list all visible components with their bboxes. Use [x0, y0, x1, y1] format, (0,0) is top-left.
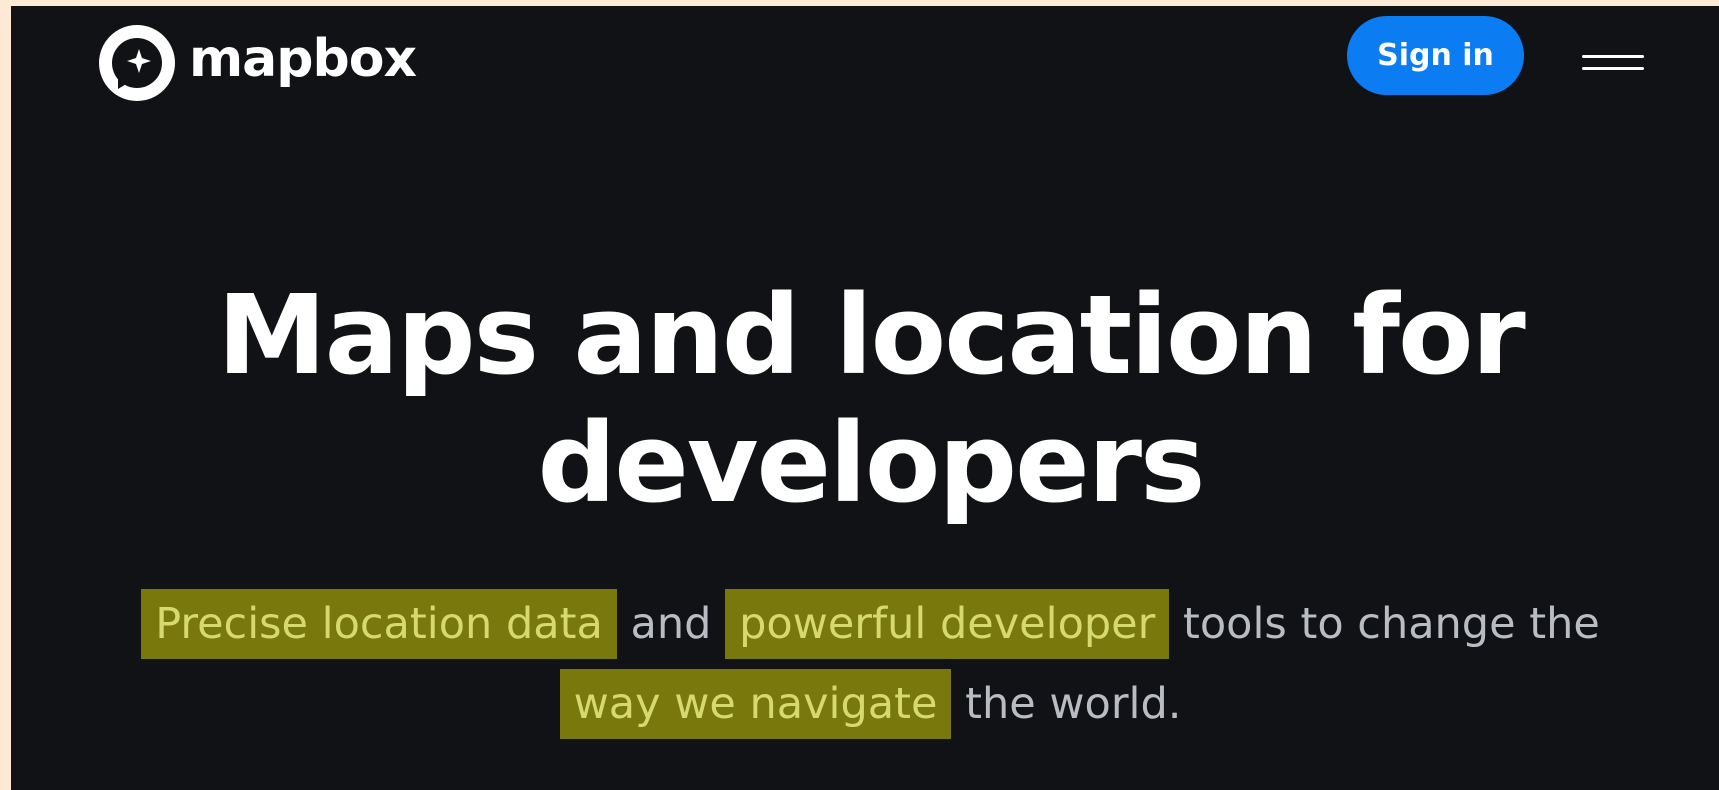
page-panel: mapbox Sign in Maps and location for dev… — [11, 6, 1719, 790]
mapbox-wordmark: mapbox — [189, 29, 417, 89]
hero-subtitle: Precise location data and powerful devel… — [11, 584, 1719, 744]
subtitle-text-tools: tools to change the — [1169, 599, 1600, 649]
hamburger-menu-icon[interactable] — [1576, 46, 1648, 86]
mapbox-sparkle-icon — [99, 25, 175, 101]
subtitle-text-and: and — [616, 599, 726, 649]
menu-bar-top — [1582, 55, 1644, 58]
sign-in-button[interactable]: Sign in — [1347, 16, 1524, 95]
hero-title: Maps and location for developers — [11, 271, 1719, 527]
highlight-powerful-developer: powerful developer — [725, 589, 1170, 659]
highlight-precise-location-data: Precise location data — [141, 589, 617, 659]
menu-bar-bottom — [1582, 67, 1644, 70]
highlight-way-we-navigate: way we navigate — [559, 669, 952, 739]
hero-title-line2: developers — [537, 399, 1206, 527]
mapbox-logo[interactable]: mapbox — [99, 23, 417, 103]
hero-title-line1: Maps and location for — [217, 271, 1526, 399]
subtitle-text-the-world: the world. — [951, 679, 1182, 729]
